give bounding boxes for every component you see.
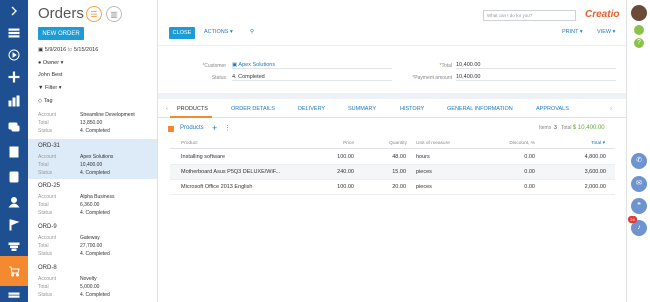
- actions-menu[interactable]: ACTIONS ▾: [204, 29, 233, 35]
- tab-approvals[interactable]: APPROVALS: [536, 106, 569, 112]
- products-title: Products: [180, 125, 204, 131]
- customer-label: *Customer: [202, 63, 226, 69]
- owner-filter[interactable]: ● Owner ▾: [38, 60, 63, 66]
- items-count: Items 3 Total $ 10,400.00: [539, 125, 605, 131]
- total-label: *Total: [439, 63, 452, 69]
- building-icon[interactable]: [0, 141, 28, 163]
- products-header: Products + ⋮ Items 3 Total $ 10,400.00: [158, 119, 626, 137]
- orders-list-panel: Orders ☰ ▥ NEW ORDER ▣ 5/9/2016 to 5/15/…: [28, 0, 158, 302]
- list-item-ord-25[interactable]: ORD-25 Account Alpha Business Total 6,360.…: [28, 180, 157, 221]
- analytics-view-icon[interactable]: ▥: [106, 6, 122, 22]
- tab-history[interactable]: HISTORY: [400, 106, 424, 112]
- tab-general-information[interactable]: GENERAL INFORMATION: [447, 106, 513, 112]
- payment-field[interactable]: 10,400.00: [456, 74, 616, 81]
- print-menu[interactable]: PRINT ▾: [562, 29, 583, 35]
- add-product-icon[interactable]: +: [212, 123, 217, 133]
- filter-icon[interactable]: [0, 236, 28, 258]
- chevron-right-tabs-icon[interactable]: ›: [610, 106, 612, 112]
- list-item-ord-8[interactable]: ORD-8 Account Novelty Total 5,000.00 Statu…: [28, 262, 157, 302]
- table-header: Product Price Quantity Unit of measure D…: [170, 139, 615, 149]
- paperclip-icon[interactable]: ⚲: [250, 29, 254, 35]
- funnel-icon: ▼: [38, 85, 44, 91]
- tab-products[interactable]: PRODUCTS: [177, 106, 208, 112]
- payment-label: *Payment amount: [412, 75, 452, 81]
- toolbar: CLOSE ACTIONS ▾ ⚲ What can I do for you?…: [158, 0, 626, 46]
- collapse-icon[interactable]: [168, 126, 174, 132]
- avatar[interactable]: [631, 5, 647, 21]
- flag-icon[interactable]: [0, 214, 28, 236]
- creatio-logo: Creatio: [585, 9, 620, 20]
- list-title: Orders: [38, 5, 84, 22]
- date-filter[interactable]: ▣ 5/9/2016 to 5/15/2016: [38, 47, 98, 53]
- chart-icon[interactable]: [0, 90, 28, 112]
- menu-icon[interactable]: [0, 22, 28, 44]
- record-fields: *Customer ▣ Apex Solutions Status 4. Com…: [158, 47, 626, 99]
- owner-value[interactable]: John Best: [38, 72, 62, 78]
- list-view-icon[interactable]: ☰: [86, 6, 102, 22]
- status-field[interactable]: 4. Completed: [232, 74, 392, 81]
- tab-summary[interactable]: SUMMARY: [348, 106, 376, 112]
- chevron-left-icon[interactable]: ‹: [166, 106, 168, 112]
- filter-dropdown[interactable]: ▼ Filter ▾: [38, 85, 62, 91]
- notification-badge: 24: [628, 216, 637, 223]
- phone-icon[interactable]: ✆: [631, 153, 647, 169]
- cart-icon[interactable]: [0, 256, 28, 286]
- tag-icon: ◇: [38, 98, 43, 104]
- table-row[interactable]: Motherboard Asus P5Q3 DELUXE/WiF... 240.…: [170, 165, 615, 180]
- help-icon[interactable]: ?: [634, 38, 644, 48]
- close-button[interactable]: CLOSE: [169, 27, 195, 39]
- table-row[interactable]: Installing software 100.00 48.00 hours 0…: [170, 150, 615, 165]
- chat-bubble-icon[interactable]: ❝: [631, 198, 647, 214]
- chevron-right-icon[interactable]: [0, 0, 28, 22]
- chat-icon[interactable]: [0, 116, 28, 138]
- customer-field[interactable]: ▣ Apex Solutions: [232, 62, 392, 69]
- more-icon[interactable]: ⋮: [224, 124, 231, 132]
- email-icon[interactable]: ✉: [631, 176, 647, 192]
- active-tab-indicator: [170, 116, 212, 118]
- list-item-ord-9[interactable]: ORD-9 Account Gateway Total 27,700.00 Stat…: [28, 221, 157, 262]
- right-bar: ? ✆ ✉ ❝ ♪ 24: [626, 0, 650, 302]
- list-item-ord-31[interactable]: ORD-31 Account Apex Solutions Total 10,400…: [28, 139, 157, 179]
- plus-icon[interactable]: [0, 66, 28, 88]
- play-icon[interactable]: [0, 44, 28, 66]
- book-icon[interactable]: [0, 166, 28, 188]
- total-field[interactable]: 10,400.00: [456, 62, 616, 69]
- tag-filter[interactable]: ◇ Tag: [38, 98, 53, 104]
- table-row[interactable]: Microsoft Office 2013 English 100.00 20.…: [170, 180, 615, 195]
- left-nav: [0, 0, 28, 302]
- lines-icon[interactable]: [0, 286, 28, 302]
- record-page: CLOSE ACTIONS ▾ ⚲ What can I do for you?…: [158, 0, 626, 302]
- status-label: Status: [211, 75, 226, 81]
- tab-order-details[interactable]: ORDER DETAILS: [231, 106, 275, 112]
- search-input[interactable]: What can I do for you?: [483, 10, 576, 21]
- person-small-icon: ●: [38, 60, 42, 66]
- tab-delivery[interactable]: DELIVERY: [298, 106, 325, 112]
- person-icon[interactable]: [0, 191, 28, 213]
- view-menu[interactable]: VIEW ▾: [597, 29, 615, 35]
- tabs-bar: ‹ PRODUCTS ORDER DETAILS DELIVERY SUMMAR…: [158, 100, 626, 118]
- gear-icon[interactable]: [634, 25, 644, 35]
- new-order-button[interactable]: NEW ORDER: [38, 27, 84, 40]
- calendar-icon: ▣: [38, 47, 44, 53]
- list-item[interactable]: Account Streamline Development Total 13,85…: [28, 109, 157, 139]
